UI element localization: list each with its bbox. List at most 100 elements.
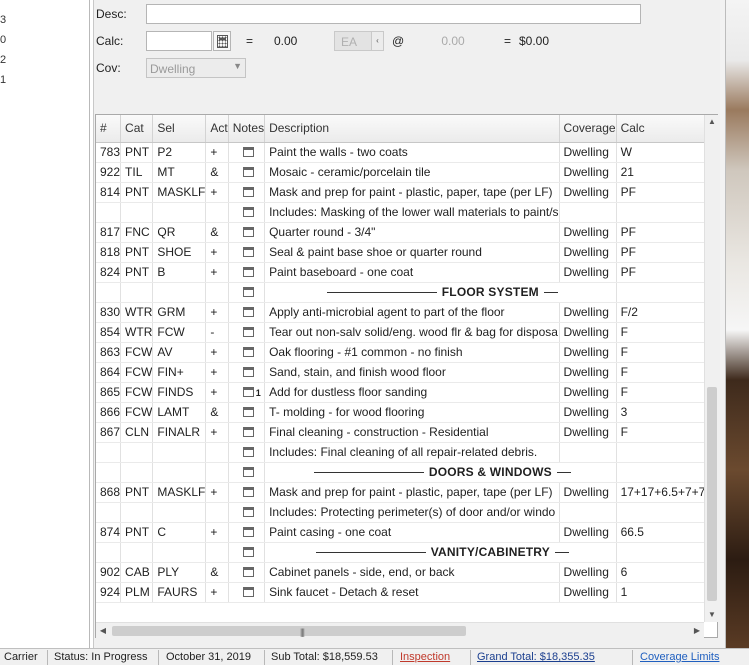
notes-cell[interactable] [228,162,266,183]
calc-value[interactable]: PF [616,262,714,283]
notes-cell[interactable] [228,422,266,443]
notepad-icon[interactable] [242,186,254,197]
unit-arrow-icon[interactable]: ‹ [371,32,383,50]
description[interactable]: Mask and prep for paint - plastic, paper… [264,482,560,503]
selector-code[interactable]: FINDS [152,382,207,403]
inspection-link[interactable]: Inspection [400,651,450,663]
calc-value[interactable]: PF [616,222,714,243]
line-number[interactable]: 864 [96,362,122,383]
coverage[interactable]: Dwelling [559,222,617,243]
column-header-cat[interactable]: Cat [120,115,154,143]
description[interactable]: Sink faucet - Detach & reset [264,582,560,603]
table-row[interactable]: 866 FCW LAMT & T- molding - for wood floorin… [96,402,717,423]
calc-value[interactable]: 6 [616,562,714,583]
notepad-icon[interactable] [242,566,254,577]
calculator-icon[interactable] [213,31,231,51]
notepad-icon[interactable] [242,526,254,537]
notepad-icon[interactable] [242,206,254,217]
coverage-select[interactable]: Dwelling ▼ [146,58,246,78]
category-code[interactable]: CLN [120,422,154,443]
calc-value[interactable]: PF [616,242,714,263]
category-code[interactable]: FCW [120,342,154,363]
action-code[interactable]: & [205,162,229,183]
description[interactable]: T- molding - for wood flooring [264,402,560,423]
notepad-icon[interactable] [242,426,254,437]
table-row[interactable]: 867 CLN FINALR + Final cleaning - constructi… [96,422,717,443]
action-code[interactable]: + [205,142,229,163]
notepad-icon[interactable] [242,166,254,177]
notes-cell[interactable] [228,402,266,423]
scroll-up-icon[interactable]: ▲ [705,115,719,129]
action-code[interactable]: & [205,402,229,423]
coverage[interactable]: Dwelling [559,162,617,183]
category-code[interactable]: PNT [120,242,154,263]
description[interactable]: Cabinet panels - side, end, or back [264,562,560,583]
notepad-icon[interactable] [242,286,254,297]
line-number[interactable]: 830 [96,302,122,323]
unit-select[interactable]: EA ‹ [334,31,384,51]
calc-input[interactable] [146,31,212,51]
unit-price-field[interactable]: 0.00 [414,31,492,51]
action-code[interactable]: + [205,242,229,263]
description[interactable]: Includes: Final cleaning of all repair-r… [264,442,560,463]
table-row[interactable]: 817FNCQR&Quarter round - 3/4"DwellingPF1 [96,222,717,243]
line-number[interactable]: 924 [96,582,122,603]
action-code[interactable]: + [205,262,229,283]
action-code[interactable]: + [205,422,229,443]
category-code[interactable]: FCW [120,402,154,423]
table-row[interactable]: 854 WTR FCW - Tear out non-salv solid/eng. w… [96,322,717,343]
coverage[interactable] [559,202,617,223]
notepad-icon[interactable] [242,326,254,337]
selector-code[interactable] [152,502,207,523]
coverage[interactable]: Dwelling [559,562,617,583]
description[interactable]: Mosaic - ceramic/porcelain tile [264,162,560,183]
calc-value[interactable]: F/2 [616,302,714,323]
notes-cell[interactable] [228,182,266,203]
coverage[interactable]: Dwelling [559,322,617,343]
action-code[interactable]: + [205,362,229,383]
category-code[interactable]: CAB [120,562,154,583]
selector-code[interactable]: GRM [152,302,207,323]
notepad-icon[interactable] [242,546,254,557]
coverage[interactable]: Dwelling [559,142,617,163]
selector-code[interactable]: LAMT [152,402,207,423]
grand-total-link[interactable]: Grand Total: $18,355.35 [477,651,595,663]
calc-value[interactable]: PF [616,182,714,203]
action-code[interactable] [205,502,229,523]
action-code[interactable]: - [205,322,229,343]
coverage[interactable]: Dwelling [559,362,617,383]
line-number[interactable]: 863 [96,342,122,363]
category-code[interactable]: PNT [120,182,154,203]
calc-value[interactable]: 3 [616,402,714,423]
notes-cell[interactable] [228,242,266,263]
notes-cell[interactable] [228,342,266,363]
description[interactable]: Quarter round - 3/4" [264,222,560,243]
table-row[interactable]: Includes: Masking of the lower wall mate… [96,202,717,223]
notepad-icon[interactable] [242,266,254,277]
selector-code[interactable]: P2 [152,142,207,163]
coverage[interactable]: Dwelling [559,402,617,423]
description[interactable]: Apply anti-microbial agent to part of th… [264,302,560,323]
calc-value[interactable]: F [616,322,714,343]
selector-code[interactable]: SHOE [152,242,207,263]
action-code[interactable]: + [205,582,229,603]
notepad-icon[interactable] [242,306,254,317]
table-row[interactable]: Includes: Final cleaning of all repair-r… [96,442,717,463]
notepad-icon[interactable] [242,226,254,237]
selector-code[interactable] [152,442,207,463]
category-code[interactable]: PNT [120,522,154,543]
category-code[interactable] [120,442,154,463]
table-row[interactable]: 818 PNT SHOE + Seal & paint base shoe or qua… [96,242,717,263]
coverage[interactable]: Dwelling [559,382,617,403]
table-row[interactable]: 924 PLM FAURS + Sink faucet - Detach & reset… [96,582,717,603]
line-number[interactable]: 868 [96,482,122,503]
notes-cell[interactable] [228,222,266,243]
action-code[interactable]: + [205,182,229,203]
selector-code[interactable]: AV [152,342,207,363]
notepad-icon[interactable] [242,446,254,457]
selector-code[interactable]: MASKLF [152,482,207,503]
action-code[interactable]: & [205,222,229,243]
line-number[interactable] [96,202,122,223]
notepad-icon[interactable] [242,366,254,377]
table-row[interactable]: 902 CAB PLY & Cabinet panels - side, end, or… [96,562,717,583]
